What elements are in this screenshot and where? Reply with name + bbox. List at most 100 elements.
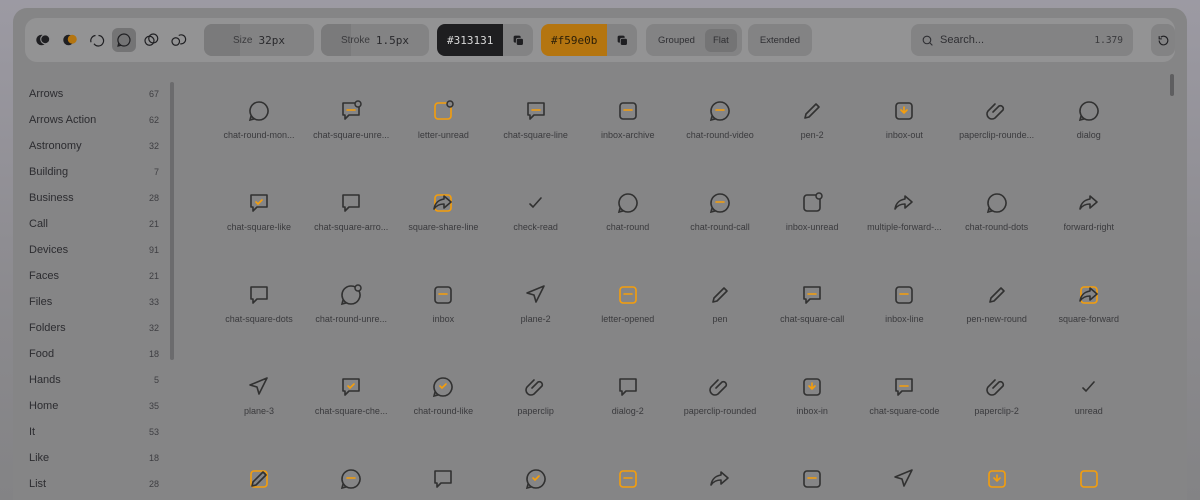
sidebar-item-folders[interactable]: Folders 32 [29, 318, 159, 338]
category-name: Arrows Action [29, 114, 97, 126]
icon-tile[interactable]: square-forward [1043, 262, 1135, 332]
sidebar-item-like[interactable]: Like 18 [29, 448, 159, 468]
icon-tile[interactable]: plane-2 [490, 262, 582, 332]
icon-tile[interactable]: paperclip-2 [951, 354, 1043, 424]
icon-tile[interactable]: chat-square-unre... [305, 78, 397, 148]
icon-tile[interactable]: chat-round-mon... [213, 78, 305, 148]
icon-tile[interactable]: dialog-2 [582, 354, 674, 424]
icon-tile[interactable]: multiple-forward-... [858, 170, 950, 240]
icon-tile[interactable] [674, 446, 766, 500]
icon-name: square-share-line [408, 222, 479, 232]
icon-tile[interactable]: square-share-line [397, 170, 489, 240]
icon-tile[interactable]: paperclip [490, 354, 582, 424]
icon-tile[interactable]: plane-3 [213, 354, 305, 424]
style-bold-button[interactable] [31, 28, 55, 52]
sidebar-item-arrows[interactable]: Arrows 67 [29, 84, 159, 104]
icon-tile[interactable]: forward-right [1043, 170, 1135, 240]
icon-tile[interactable] [490, 446, 582, 500]
icon-tile[interactable]: letter-unread [397, 78, 489, 148]
icon-tile[interactable] [951, 446, 1043, 500]
icon-tile[interactable]: chat-square-call [766, 262, 858, 332]
search-input[interactable] [940, 34, 1089, 46]
icon-name: chat-square-call [780, 314, 845, 324]
icon-tile[interactable]: pen-2 [766, 78, 858, 148]
icon-tile[interactable]: chat-round-unre... [305, 262, 397, 332]
inbox-archive-icon [618, 102, 637, 120]
copy-secondary-color-button[interactable] [607, 24, 637, 56]
icon-tile[interactable]: pen-new-round [951, 262, 1043, 332]
icon-name: inbox-out [885, 130, 923, 140]
sidebar-item-food[interactable]: Food 18 [29, 344, 159, 364]
icon-tile[interactable]: inbox-unread [766, 170, 858, 240]
category-count: 18 [148, 349, 159, 359]
style-broken-button[interactable] [85, 28, 109, 52]
layout-flat-option[interactable]: Flat [704, 28, 737, 52]
layout-grouped-option[interactable]: Grouped [650, 29, 703, 52]
icon-tile[interactable]: letter-opened [582, 262, 674, 332]
icon-tile[interactable]: paperclip-rounded [674, 354, 766, 424]
secondary-color-hex[interactable]: #f59e0b [541, 24, 607, 56]
icon-tile[interactable]: inbox-archive [582, 78, 674, 148]
icon-name: pen-new-round [966, 314, 1027, 324]
style-bold-duotone-button[interactable] [58, 28, 82, 52]
icon-tile[interactable]: chat-round-call [674, 170, 766, 240]
main-scrollbar[interactable] [1170, 74, 1174, 96]
sidebar-item-list[interactable]: List 28 [29, 474, 159, 494]
copy-primary-color-button[interactable] [503, 24, 533, 56]
style-line-duotone-button[interactable] [112, 28, 136, 52]
sidebar-item-building[interactable]: Building 7 [29, 162, 159, 182]
line-duotone-icon [117, 33, 131, 47]
icon-tile[interactable] [1043, 446, 1135, 500]
sidebar-item-faces[interactable]: Faces 21 [29, 266, 159, 286]
icon-tile[interactable]: chat-round [582, 170, 674, 240]
icon-tile[interactable]: dialog [1043, 78, 1135, 148]
icon-tile[interactable]: chat-square-che... [305, 354, 397, 424]
sidebar-item-hands[interactable]: Hands 5 [29, 370, 159, 390]
reset-button[interactable] [1151, 24, 1175, 56]
chat-icon [710, 471, 729, 486]
square-share-line-icon [433, 194, 453, 212]
icon-tile[interactable]: chat-square-line [490, 78, 582, 148]
sidebar-item-home[interactable]: Home 35 [29, 396, 159, 416]
icon-tile[interactable]: paperclip-rounde... [951, 78, 1043, 148]
icon-tile[interactable] [858, 446, 950, 500]
sidebar-scrollbar[interactable] [170, 82, 174, 360]
stroke-slider[interactable]: Stroke 1.5px [321, 24, 429, 56]
icon-tile[interactable]: unread [1043, 354, 1135, 424]
sidebar-item-call[interactable]: Call 21 [29, 214, 159, 234]
icon-tile[interactable]: chat-round-video [674, 78, 766, 148]
icon-tile[interactable] [582, 446, 674, 500]
icon-tile[interactable] [213, 446, 305, 500]
icon-tile[interactable]: chat-round-like [397, 354, 489, 424]
sidebar-item-it[interactable]: It 53 [29, 422, 159, 442]
inbox-in-icon [803, 378, 821, 396]
style-linear-button[interactable] [139, 28, 163, 52]
sidebar-item-business[interactable]: Business 28 [29, 188, 159, 208]
icon-tile[interactable]: chat-square-dots [213, 262, 305, 332]
icon-tile[interactable]: chat-square-arro... [305, 170, 397, 240]
icon-tile[interactable]: inbox [397, 262, 489, 332]
size-slider[interactable]: Size 32px [204, 24, 314, 56]
sidebar-item-arrows-action[interactable]: Arrows Action 62 [29, 110, 159, 130]
dialog-icon [1078, 101, 1099, 122]
icon-tile[interactable]: inbox-out [858, 78, 950, 148]
icon-tile[interactable]: pen [674, 262, 766, 332]
icon-tile[interactable]: chat-square-code [858, 354, 950, 424]
icon-name: chat-square-unre... [313, 130, 390, 140]
icon-tile[interactable]: chat-square-like [213, 170, 305, 240]
sidebar-item-astronomy[interactable]: Astronomy 32 [29, 136, 159, 156]
sidebar-item-files[interactable]: Files 33 [29, 292, 159, 312]
icon-tile[interactable]: inbox-line [858, 262, 950, 332]
icon-tile[interactable] [766, 446, 858, 500]
category-count: 7 [153, 167, 159, 177]
sidebar-item-devices[interactable]: Devices 91 [29, 240, 159, 260]
icon-tile[interactable]: chat-round-dots [951, 170, 1043, 240]
style-outline-button[interactable] [166, 28, 190, 52]
extended-toggle[interactable]: Extended [748, 24, 812, 56]
primary-color-hex[interactable]: #313131 [437, 24, 503, 56]
bold-duotone-icon [63, 34, 77, 46]
icon-tile[interactable]: check-read [490, 170, 582, 240]
icon-tile[interactable] [305, 446, 397, 500]
icon-tile[interactable]: inbox-in [766, 354, 858, 424]
icon-tile[interactable] [397, 446, 489, 500]
